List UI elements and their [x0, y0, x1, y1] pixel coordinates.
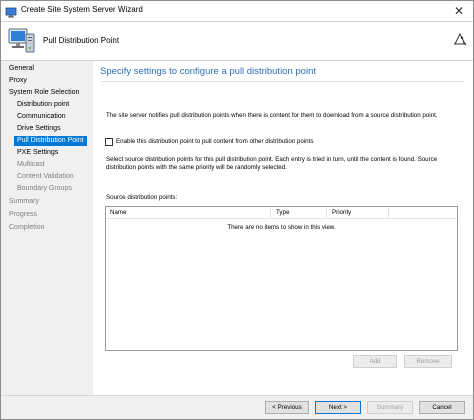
wizard-navigation: General Proxy System Role Selection Dist… [1, 61, 93, 401]
nav-item-content-validation: Content Validation [17, 173, 74, 180]
list-header: Name Type Priority [106, 207, 457, 219]
nav-item-pxe-settings[interactable]: PXE Settings [17, 148, 58, 158]
previous-button[interactable]: < Previous [265, 401, 309, 414]
nav-item-boundary-groups: Boundary Groups [17, 185, 72, 192]
next-button[interactable]: Next > [315, 401, 361, 414]
enable-pull-checkbox[interactable] [105, 138, 113, 146]
cancel-button[interactable]: Cancel [419, 401, 465, 414]
description-text: The site server notifies pull distributi… [106, 112, 438, 119]
heading-divider [100, 81, 464, 82]
nav-item-drive-settings[interactable]: Drive Settings [17, 124, 61, 134]
add-button[interactable]: Add [353, 355, 397, 368]
column-separator[interactable] [388, 208, 389, 217]
remove-button[interactable]: Remove [404, 355, 452, 368]
nav-item-multicast: Multicast [17, 161, 45, 168]
source-list-label: Source distribution points: [106, 194, 178, 201]
column-header-type[interactable]: Type [272, 208, 289, 217]
source-distribution-points-list[interactable]: Name Type Priority There are no items to… [105, 206, 458, 351]
nav-item-system-role-selection[interactable]: System Role Selection [9, 88, 79, 98]
column-header-name[interactable]: Name [106, 208, 127, 217]
empty-list-message: There are no items to show in this view. [227, 224, 336, 231]
wizard-hat-icon [452, 31, 468, 47]
content-heading: Specify settings to configure a pull dis… [100, 66, 316, 77]
column-separator[interactable] [270, 208, 271, 217]
nav-item-progress: Progress [9, 211, 38, 218]
window-title: Create Site System Server Wizard [21, 5, 143, 14]
summary-button[interactable]: Summary [367, 401, 413, 414]
select-source-description: Select source distribution points for th… [106, 156, 438, 171]
server-computer-icon [5, 25, 37, 57]
wizard-content-pane: Specify settings to configure a pull dis… [93, 61, 473, 395]
nav-item-completion: Completion [9, 224, 45, 231]
wizard-app-icon [5, 5, 17, 18]
close-icon[interactable]: ✕ [449, 3, 469, 19]
nav-item-general[interactable]: General [9, 64, 34, 74]
nav-item-communication[interactable]: Communication [17, 112, 66, 122]
enable-pull-checkbox-label[interactable]: Enable this distribution point to pull c… [116, 138, 313, 145]
wizard-header: Pull Distribution Point [1, 22, 473, 61]
column-separator[interactable] [326, 208, 327, 217]
title-bar: Create Site System Server Wizard ✕ [1, 1, 473, 22]
nav-item-pull-distribution-point[interactable]: Pull Distribution Point [14, 136, 87, 146]
page-title: Pull Distribution Point [43, 36, 120, 45]
nav-item-summary: Summary [9, 198, 39, 205]
nav-item-proxy[interactable]: Proxy [9, 76, 27, 86]
footer-divider [1, 395, 473, 396]
column-header-priority[interactable]: Priority [328, 208, 351, 217]
wizard-window: Create Site System Server Wizard ✕ Pull … [0, 0, 474, 420]
nav-item-distribution-point[interactable]: Distribution point [17, 100, 69, 110]
